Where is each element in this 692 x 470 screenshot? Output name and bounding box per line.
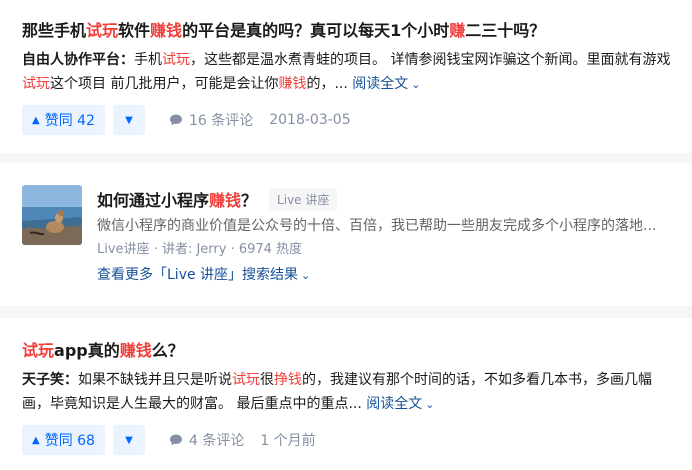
excerpt-text: 手机 <box>134 52 162 68</box>
title-text: ？ <box>241 191 258 210</box>
comment-button[interactable]: 4 条评论 <box>169 430 244 450</box>
title-text: 软件 <box>118 21 151 40</box>
search-result-card: 那些手机试玩软件赚钱的平台是真的吗？真可以每天1个小时赚二三十吗？ 自由人协作平… <box>0 0 692 153</box>
chevron-down-icon: ⌄ <box>425 398 435 411</box>
post-date: 1 个月前 <box>260 433 316 449</box>
chevron-down-icon: ⌄ <box>301 269 311 282</box>
comment-count: 4 条评论 <box>188 433 245 449</box>
action-bar: ▲ 赞同 68 ▼ 4 条评论 1 个月前 <box>22 424 316 456</box>
title-highlight: 赚钱 <box>209 191 242 210</box>
excerpt-highlight: 试玩 <box>232 372 260 388</box>
excerpt-text: 这个项目 前几批用户，可能是会让你 <box>50 76 279 92</box>
result-excerpt[interactable]: 自由人协作平台：手机试玩，这些都是温水煮青蛙的项目。 详情参阅钱宝网诈骗这个新闻… <box>22 48 672 97</box>
excerpt-text: 很 <box>260 372 274 388</box>
vote-count: 赞同 42 <box>44 113 95 129</box>
title-text: 的平台是真的吗？真可以每天1个小时 <box>182 21 450 40</box>
read-more-label: 阅读全文 <box>352 76 409 92</box>
triangle-down-icon: ▼ <box>125 434 133 446</box>
title-highlight: 试玩 <box>22 341 55 360</box>
sea-lion-photo <box>22 185 82 245</box>
triangle-up-icon: ▲ <box>32 434 40 446</box>
live-thumbnail[interactable] <box>22 185 82 245</box>
result-title[interactable]: 试玩app真的赚钱么？ <box>22 340 184 362</box>
title-text: 那些手机 <box>22 21 87 40</box>
comment-count: 16 条评论 <box>188 113 254 129</box>
title-highlight: 赚钱 <box>119 341 152 360</box>
vote-up-button[interactable]: ▲ 赞同 68 <box>22 425 105 455</box>
live-title[interactable]: 如何通过小程序 赚钱？ Live 讲座 <box>97 187 338 211</box>
live-description[interactable]: 微信小程序的商业价值是公众号的十倍、百倍，我已帮助一些朋友完成多个小程序的落地.… <box>97 215 656 235</box>
title-text: app真的 <box>54 341 120 360</box>
vote-count: 赞同 68 <box>44 433 95 449</box>
live-tag-badge: Live 讲座 <box>269 187 338 211</box>
excerpt-highlight: 赚钱 <box>278 76 307 92</box>
read-more-link[interactable]: 阅读全文 ⌄ <box>352 76 420 92</box>
live-result-card: 如何通过小程序 赚钱？ Live 讲座 微信小程序的商业价值是公众号的十倍、百倍，我… <box>0 163 692 306</box>
title-text: 二三十吗？ <box>465 21 546 40</box>
comment-bubble-icon <box>169 114 182 126</box>
more-live-link[interactable]: 查看更多「Live 讲座」搜索结果 ⌄ <box>97 264 310 284</box>
result-title[interactable]: 那些手机试玩软件赚钱的平台是真的吗？真可以每天1个小时赚二三十吗？ <box>22 20 545 42</box>
result-excerpt[interactable]: 天子笑：如果不缺钱并且只是听说试玩很挣钱的，我建议有那个时间的话，不如多看几本书… <box>22 368 672 417</box>
action-bar: ▲ 赞同 42 ▼ 16 条评论 2018-03-05 <box>22 104 351 136</box>
comment-button[interactable]: 16 条评论 <box>169 110 253 130</box>
author-name: 自由人协作平台： <box>22 52 134 68</box>
vote-down-button[interactable]: ▼ <box>112 105 145 135</box>
vote-down-button[interactable]: ▼ <box>112 425 145 455</box>
excerpt-highlight: 试玩 <box>162 52 190 68</box>
more-live-label: 查看更多「Live 讲座」搜索结果 <box>97 267 299 283</box>
comment-bubble-icon <box>169 434 182 446</box>
post-date: 2018-03-05 <box>269 112 351 128</box>
excerpt-highlight: 试玩 <box>22 76 50 92</box>
author-name: 天子笑： <box>22 372 78 388</box>
title-highlight: 试玩 <box>86 21 119 40</box>
read-more-link[interactable]: 阅读全文 ⌄ <box>366 396 434 412</box>
live-meta: Live讲座 · 讲者: Jerry · 6974 热度 <box>97 242 303 257</box>
triangle-up-icon: ▲ <box>32 114 40 126</box>
title-highlight: 赚 <box>449 21 466 40</box>
excerpt-highlight: 挣钱 <box>274 372 302 388</box>
excerpt-text: 如果不缺钱并且只是听说 <box>78 372 232 388</box>
read-more-label: 阅读全文 <box>366 396 423 412</box>
chevron-down-icon: ⌄ <box>411 78 421 91</box>
excerpt-text: 的，... <box>306 76 348 92</box>
triangle-down-icon: ▼ <box>125 114 133 126</box>
excerpt-text: ，这些都是温水煮青蛙的项目。 详情参阅钱宝网诈骗这个新闻。里面就有游戏 <box>190 52 671 68</box>
title-text: 么？ <box>151 341 184 360</box>
title-highlight: 赚钱 <box>150 21 183 40</box>
search-result-card: 试玩app真的赚钱么？ 天子笑：如果不缺钱并且只是听说试玩很挣钱的，我建议有那个… <box>0 318 692 470</box>
vote-up-button[interactable]: ▲ 赞同 42 <box>22 105 105 135</box>
title-text: 如何通过小程序 <box>97 191 210 210</box>
